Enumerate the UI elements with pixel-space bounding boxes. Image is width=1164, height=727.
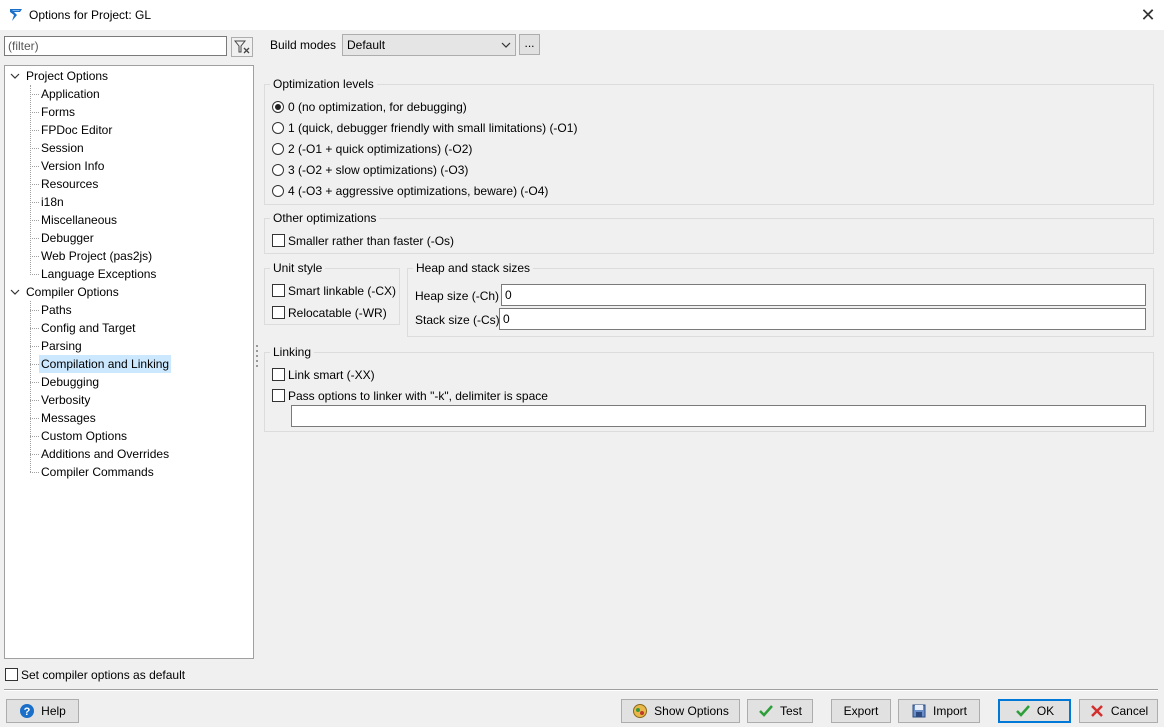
build-modes-edit-button[interactable]: ...	[519, 34, 540, 55]
tree-item-web-project[interactable]: Web Project (pas2js)	[39, 247, 154, 265]
opt-level-2-radio[interactable]	[272, 143, 284, 155]
stack-size-input[interactable]: 0	[499, 308, 1146, 330]
cancel-label: Cancel	[1110, 704, 1149, 718]
smaller-than-faster-checkbox[interactable]	[272, 234, 285, 247]
relocatable-label[interactable]: Relocatable (-WR)	[288, 306, 387, 320]
set-default-checkbox[interactable]	[5, 668, 18, 681]
opt-level-1-label[interactable]: 1 (quick, debugger friendly with small l…	[288, 121, 577, 135]
opt-level-2-label[interactable]: 2 (-O1 + quick optimizations) (-O2)	[288, 142, 472, 156]
window-title: Options for Project: GL	[29, 8, 152, 22]
heap-size-label: Heap size (-Ch)	[415, 289, 500, 303]
test-button[interactable]: Test	[747, 699, 813, 723]
link-smart-checkbox[interactable]	[272, 368, 285, 381]
test-label: Test	[779, 704, 802, 718]
smart-linkable-label[interactable]: Smart linkable (-CX)	[288, 284, 396, 298]
chevron-down-icon	[501, 42, 511, 48]
filter-clear-icon[interactable]	[231, 37, 253, 57]
opt-level-4-radio[interactable]	[272, 185, 284, 197]
build-modes-select[interactable]: Default	[342, 34, 516, 56]
stack-size-label: Stack size (-Cs)	[415, 313, 500, 327]
export-button[interactable]: Export	[831, 699, 891, 723]
optimization-levels-title: Optimization levels	[270, 77, 377, 91]
filter-input[interactable]	[4, 36, 227, 56]
tree-item-application[interactable]: Application	[39, 85, 102, 103]
opt-level-0-radio[interactable]	[272, 101, 284, 113]
opt-level-0-label[interactable]: 0 (no optimization, for debugging)	[288, 100, 467, 114]
smart-linkable-checkbox[interactable]	[272, 284, 285, 297]
smaller-than-faster-label[interactable]: Smaller rather than faster (-Os)	[288, 234, 454, 248]
lazarus-app-icon	[10, 9, 22, 21]
tree-group-compiler-options[interactable]: Compiler Options	[24, 283, 121, 301]
tree-item-paths[interactable]: Paths	[39, 301, 74, 319]
tree-item-parsing[interactable]: Parsing	[39, 337, 84, 355]
heap-size-input[interactable]: 0	[501, 284, 1146, 306]
tree-item-additions-and-overrides[interactable]: Additions and Overrides	[39, 445, 171, 463]
tree-item-config-and-target[interactable]: Config and Target	[39, 319, 138, 337]
heap-stack-title: Heap and stack sizes	[413, 261, 534, 275]
splitter-handle[interactable]	[256, 343, 258, 373]
pass-options-checkbox[interactable]	[272, 389, 285, 402]
title-bar: Options for Project: GL ✕	[0, 0, 1164, 30]
import-label: Import	[932, 704, 967, 718]
help-icon: ?	[20, 704, 35, 718]
link-smart-label[interactable]: Link smart (-XX)	[288, 368, 375, 382]
linker-options-input[interactable]	[291, 405, 1146, 427]
close-icon[interactable]: ✕	[1136, 3, 1160, 27]
show-options-icon	[633, 704, 648, 718]
tree-item-debugger[interactable]: Debugger	[39, 229, 96, 247]
show-options-button[interactable]: Show Options	[621, 699, 740, 723]
tree-group-project-options[interactable]: Project Options	[24, 67, 110, 85]
tree-item-i18n[interactable]: i18n	[39, 193, 66, 211]
opt-level-3-radio[interactable]	[272, 164, 284, 176]
import-button[interactable]: Import	[898, 699, 980, 723]
help-button[interactable]: ? Help	[6, 699, 79, 723]
tree-item-session[interactable]: Session	[39, 139, 86, 157]
footer-separator	[4, 689, 1158, 691]
unit-style-title: Unit style	[270, 261, 326, 275]
relocatable-checkbox[interactable]	[272, 306, 285, 319]
check-icon	[759, 705, 773, 717]
tree-item-miscellaneous[interactable]: Miscellaneous	[39, 211, 119, 229]
linking-title: Linking	[270, 345, 315, 359]
tree-item-fpdoc-editor[interactable]: FPDoc Editor	[39, 121, 114, 139]
show-options-label: Show Options	[654, 704, 729, 718]
tree-item-resources[interactable]: Resources	[39, 175, 100, 193]
tree-item-debugging[interactable]: Debugging	[39, 373, 101, 391]
set-default-label[interactable]: Set compiler options as default	[21, 668, 185, 682]
other-optimizations-title: Other optimizations	[270, 211, 380, 225]
svg-text:?: ?	[24, 706, 31, 718]
ok-label: OK	[1036, 704, 1055, 718]
opt-level-4-label[interactable]: 4 (-O3 + aggressive optimizations, bewar…	[288, 184, 548, 198]
cancel-x-icon	[1090, 705, 1103, 717]
opt-level-1-radio[interactable]	[272, 122, 284, 134]
import-icon	[912, 704, 926, 718]
export-label: Export	[843, 704, 879, 718]
tree-item-compilation-and-linking[interactable]: Compilation and Linking	[39, 355, 172, 373]
tree-item-version-info[interactable]: Version Info	[39, 157, 106, 175]
tree-item-messages[interactable]: Messages	[39, 409, 98, 427]
tree-item-custom-options[interactable]: Custom Options	[39, 427, 129, 445]
chevron-down-icon[interactable]	[9, 70, 21, 82]
tree-item-verbosity[interactable]: Verbosity	[39, 391, 92, 409]
opt-level-3-label[interactable]: 3 (-O2 + slow optimizations) (-O3)	[288, 163, 468, 177]
chevron-down-icon[interactable]	[9, 286, 21, 298]
build-modes-value: Default	[347, 38, 386, 52]
pass-options-label[interactable]: Pass options to linker with "-k", delimi…	[288, 389, 548, 403]
tree-item-language-exceptions[interactable]: Language Exceptions	[39, 265, 158, 283]
check-icon	[1015, 705, 1030, 717]
tree-item-forms[interactable]: Forms	[39, 103, 77, 121]
help-label: Help	[41, 704, 66, 718]
tree-item-compiler-commands[interactable]: Compiler Commands	[39, 463, 156, 481]
options-tree[interactable]: Project Options Application Forms FPDoc …	[4, 65, 254, 659]
cancel-button[interactable]: Cancel	[1079, 699, 1158, 723]
ok-button[interactable]: OK	[998, 699, 1071, 723]
build-modes-label: Build modes	[270, 38, 337, 52]
